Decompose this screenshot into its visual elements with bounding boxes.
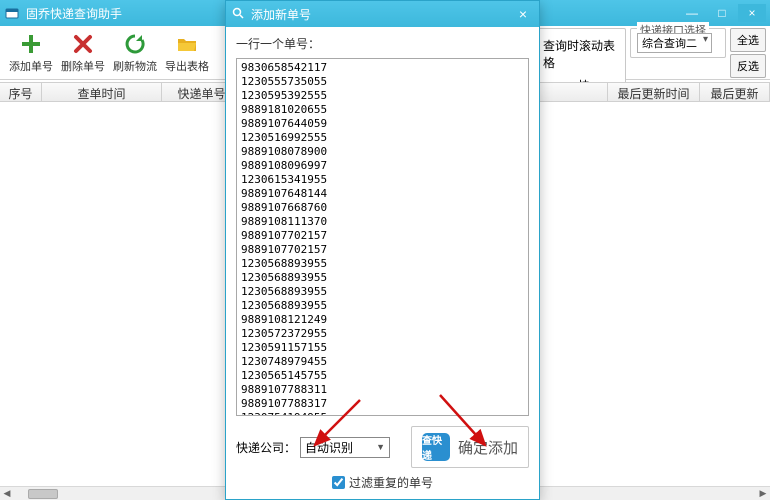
- dialog-titlebar: 添加新单号 ×: [226, 1, 539, 27]
- delete-label: 删除单号: [61, 58, 105, 74]
- confirm-icon: 查快递: [422, 433, 450, 461]
- minimize-button[interactable]: —: [678, 4, 706, 22]
- col-lastupdate[interactable]: 最后更新时间: [608, 83, 700, 101]
- invert-select-button[interactable]: 反选: [730, 54, 766, 78]
- dialog-title: 添加新单号: [251, 6, 513, 23]
- company-row: 快递公司： 自动识别 查快递 确定添加: [236, 426, 529, 468]
- refresh-icon: [123, 32, 147, 56]
- plus-icon: [19, 32, 43, 56]
- confirm-label: 确定添加: [458, 437, 518, 458]
- maximize-button[interactable]: □: [708, 4, 736, 22]
- app-icon: [4, 5, 20, 21]
- interface-group: 快递接口选择 综合查询二: [630, 28, 726, 58]
- numbers-textarea[interactable]: [236, 58, 529, 416]
- add-label: 添加单号: [9, 58, 53, 74]
- dialog-close-button[interactable]: ×: [513, 6, 533, 22]
- filter-checkbox[interactable]: [332, 476, 345, 489]
- confirm-add-button[interactable]: 查快递 确定添加: [411, 426, 529, 468]
- dialog-body: 一行一个单号： 快递公司： 自动识别 查快递 确定添加 过滤重复的单号: [226, 27, 539, 499]
- search-icon: [232, 7, 246, 21]
- interface-select[interactable]: 综合查询二: [637, 33, 712, 53]
- company-label: 快递公司：: [236, 439, 296, 456]
- company-select[interactable]: 自动识别: [300, 437, 390, 458]
- refresh-button[interactable]: 刷新物流: [110, 29, 160, 77]
- scroll-left-icon[interactable]: ◀: [0, 488, 14, 500]
- delete-button[interactable]: 删除单号: [58, 29, 108, 77]
- numbers-label: 一行一个单号：: [236, 35, 529, 52]
- filter-label: 过滤重复的单号: [349, 474, 433, 491]
- col-time[interactable]: 查单时间: [42, 83, 162, 101]
- folder-icon: [175, 32, 199, 56]
- add-dialog: 添加新单号 × 一行一个单号： 快递公司： 自动识别 查快递 确定添加 过滤重复…: [225, 0, 540, 500]
- scroll-right-icon[interactable]: ▶: [756, 488, 770, 500]
- refresh-label: 刷新物流: [113, 58, 157, 74]
- export-label: 导出表格: [165, 58, 209, 74]
- select-all-button[interactable]: 全选: [730, 28, 766, 52]
- window-buttons: — □ ×: [678, 4, 766, 22]
- scroll-label: 查询时滚动表格: [543, 37, 619, 71]
- close-button[interactable]: ×: [738, 4, 766, 22]
- add-button[interactable]: 添加单号: [6, 29, 56, 77]
- select-buttons: 全选 反选: [730, 28, 766, 78]
- scroll-thumb[interactable]: [28, 489, 58, 499]
- filter-row: 过滤重复的单号: [236, 474, 529, 491]
- col-index[interactable]: 序号: [0, 83, 42, 101]
- col-lastinfo[interactable]: 最后更新物流: [700, 83, 770, 101]
- export-button[interactable]: 导出表格: [162, 29, 212, 77]
- x-icon: [71, 32, 95, 56]
